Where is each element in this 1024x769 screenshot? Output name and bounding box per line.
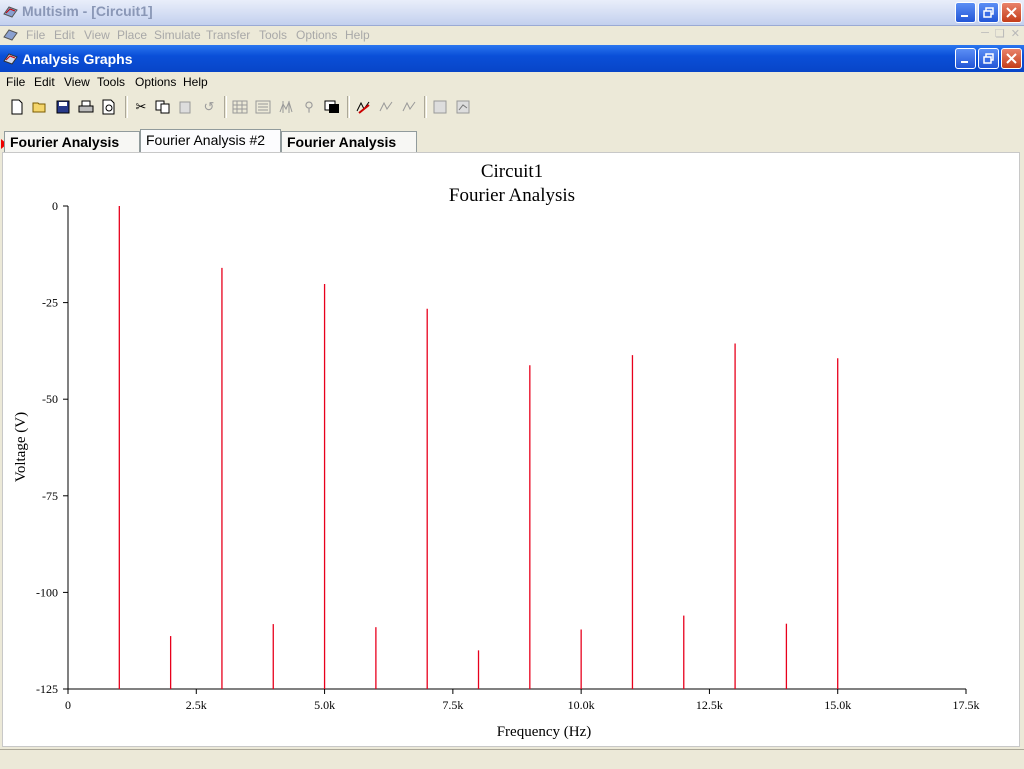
app-menu-options[interactable]: Options [296, 28, 337, 42]
child-close-button[interactable] [1001, 48, 1022, 69]
menu-edit[interactable]: Edit [34, 75, 55, 89]
open-icon[interactable] [29, 95, 51, 119]
child-minimize-button[interactable] [955, 48, 976, 69]
tab-fourier-analysis-1[interactable]: Fourier Analysis #1 [4, 131, 140, 170]
child-restore-button[interactable] [978, 48, 999, 69]
app-minimize-button[interactable] [955, 2, 976, 23]
analysis-graphs-title-bar: Analysis Graphs [0, 45, 1024, 72]
app-menu-place[interactable]: Place [117, 28, 147, 42]
analysis-graphs-icon [3, 53, 18, 65]
child-menu-bar: File Edit View Tools Options Help [0, 72, 1024, 91]
legend-icon[interactable] [252, 95, 274, 119]
y-tick-label: 0 [52, 199, 58, 213]
cut-icon[interactable]: ✂ [130, 95, 152, 119]
x-axis-ticks: 0 2.5k 5.0k 7.5k 10.0k 12.5k 15.0k 17.5k [65, 689, 980, 712]
app-menu-transfer[interactable]: Transfer [206, 28, 250, 42]
data-series [118, 206, 839, 689]
menu-options[interactable]: Options [135, 75, 176, 89]
x-axis-label: Frequency (Hz) [497, 724, 592, 740]
tab-label: Fourier Analysis #2 [146, 132, 266, 148]
app-menu-edit[interactable]: Edit [54, 28, 75, 42]
app-menu-tools[interactable]: Tools [259, 28, 287, 42]
menu-help[interactable]: Help [183, 75, 208, 89]
app-menu-file[interactable]: File [26, 28, 45, 42]
mdi-controls: ─ ❏ ✕ [981, 27, 1020, 40]
mdi-restore-icon[interactable]: ❏ [995, 27, 1005, 40]
app-menu-bar: File Edit View Place Simulate Transfer T… [0, 26, 1024, 45]
app-title: Multisim - [Circuit1] [22, 3, 153, 19]
app-restore-button[interactable] [978, 2, 999, 23]
zoom-icon[interactable]: ⚲ [298, 95, 320, 119]
tab-strip: Fourier Analysis #1 Fourier Analysis #2 … [0, 129, 1024, 170]
menu-view[interactable]: View [64, 75, 90, 89]
app-title-bar: Multisim - [Circuit1] [0, 0, 1024, 26]
save-icon[interactable] [52, 95, 74, 119]
export-icon[interactable] [452, 95, 474, 119]
app-menu-view[interactable]: View [84, 28, 110, 42]
properties-icon[interactable] [352, 95, 374, 119]
chart-subtitle: Fourier Analysis [449, 185, 575, 206]
menu-file[interactable]: File [6, 75, 25, 89]
cursor-icon[interactable] [275, 95, 297, 119]
app-menu-simulate[interactable]: Simulate [154, 28, 201, 42]
close-icon [1006, 7, 1017, 18]
mdi-minimize-icon[interactable]: ─ [981, 27, 989, 40]
x-tick-label: 0 [65, 698, 71, 712]
fourier-chart[interactable]: Circuit1 Fourier Analysis 0 -25 -50 -75 -100… [3, 153, 1019, 746]
mdi-close-icon[interactable]: ✕ [1011, 27, 1020, 40]
y-tick-label: -75 [42, 489, 58, 503]
document-icon [3, 29, 18, 41]
minimize-icon [961, 61, 968, 63]
app-close-button[interactable] [1001, 2, 1022, 23]
paste-icon[interactable] [175, 95, 197, 119]
x-tick-label: 17.5k [953, 698, 980, 712]
restore-icon [983, 53, 994, 64]
restore-icon [983, 7, 994, 18]
x-tick-label: 15.0k [824, 698, 851, 712]
y-tick-label: -25 [42, 296, 58, 310]
menu-tools[interactable]: Tools [97, 75, 125, 89]
x-tick-label: 10.0k [568, 698, 595, 712]
y-tick-label: -100 [36, 585, 58, 599]
app-menu-help[interactable]: Help [345, 28, 370, 42]
close-icon [1006, 53, 1017, 64]
x-tick-label: 7.5k [442, 698, 463, 712]
y-axis-label: Voltage (V) [13, 412, 29, 482]
x-tick-label: 12.5k [696, 698, 723, 712]
status-bar [0, 749, 1024, 769]
print-preview-icon[interactable] [98, 95, 120, 119]
child-title: Analysis Graphs [22, 51, 133, 67]
tab-fourier-analysis-3[interactable]: Fourier Analysis #3 [281, 131, 417, 170]
x-tick-label: 5.0k [314, 698, 335, 712]
y-tick-label: -125 [36, 682, 58, 696]
select-trace-icon[interactable] [398, 95, 420, 119]
tab-fourier-analysis-2[interactable]: Fourier Analysis #2 [140, 129, 281, 153]
multisim-logo-icon [3, 6, 18, 18]
undo-icon[interactable]: ↺ [198, 95, 220, 119]
x-tick-label: 2.5k [186, 698, 207, 712]
grid-icon[interactable] [229, 95, 251, 119]
new-icon[interactable] [6, 95, 28, 119]
graph-panel: Circuit1 Fourier Analysis 0 -25 -50 -75 -100… [2, 152, 1020, 747]
print-icon[interactable] [75, 95, 97, 119]
toolbar: ✂ ↺ ⚲ [0, 93, 1024, 125]
y-tick-label: -50 [42, 392, 58, 406]
y-axis-ticks: 0 -25 -50 -75 -100 -125 [36, 199, 68, 696]
minimize-icon [961, 15, 968, 17]
page-properties-icon[interactable] [375, 95, 397, 119]
overlay-traces-icon[interactable] [429, 95, 451, 119]
copy-icon[interactable] [152, 95, 174, 119]
chart-title: Circuit1 [481, 161, 543, 182]
reverse-colors-icon[interactable] [321, 95, 343, 119]
